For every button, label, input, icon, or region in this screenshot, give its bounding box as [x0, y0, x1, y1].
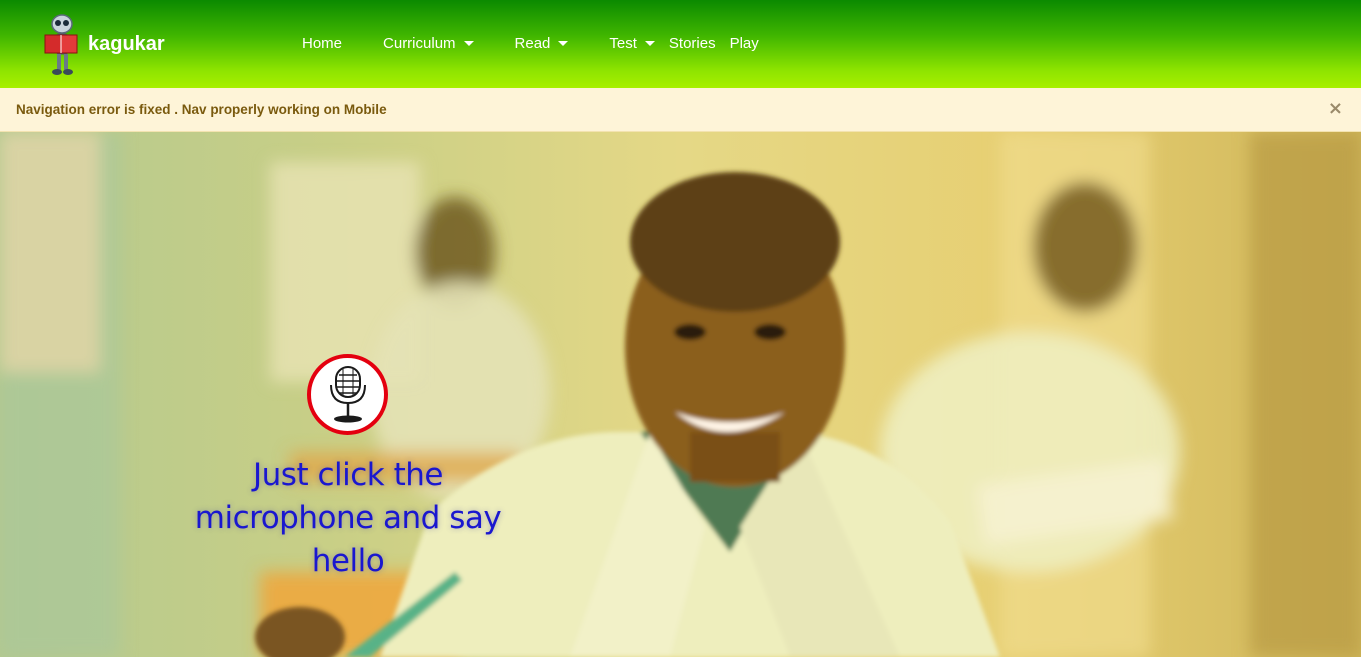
nav-item-test[interactable]: Test	[609, 35, 655, 52]
nav-item-stories[interactable]: Stories	[669, 35, 716, 52]
nav-item-play[interactable]: Play	[730, 35, 759, 52]
microphone-icon	[329, 365, 366, 422]
robot-logo-icon	[42, 10, 82, 78]
top-navbar: kagukar Home Curriculum Read Test Storie…	[0, 0, 1361, 88]
nav-item-curriculum[interactable]: Curriculum	[383, 35, 474, 52]
brand-name: kagukar	[88, 32, 165, 55]
brand-link[interactable]: kagukar	[42, 10, 165, 78]
nav-label: Stories	[668, 35, 716, 52]
nav-label: Curriculum	[383, 35, 456, 52]
alert-banner: Navigation error is fixed . Nav properly…	[0, 88, 1361, 132]
nav-label: Test	[609, 35, 637, 52]
nav-item-read[interactable]: Read	[515, 35, 569, 52]
nav-label: Read	[514, 35, 551, 52]
microphone-button[interactable]	[307, 354, 388, 435]
hero-caption: Just click the microphone and say hello	[194, 457, 502, 579]
close-icon[interactable]: ×	[1328, 100, 1343, 118]
caret-down-icon	[463, 41, 474, 46]
hero-section: Just click the microphone and say hello	[0, 132, 1361, 657]
nav-menu: Home Curriculum Read Test Stories Play	[302, 35, 759, 52]
nav-label: Play	[729, 35, 759, 52]
nav-item-home[interactable]: Home	[302, 35, 342, 52]
caret-down-icon	[558, 41, 569, 46]
nav-label: Home	[302, 35, 343, 52]
caret-down-icon	[644, 41, 655, 46]
alert-message: Navigation error is fixed . Nav properly…	[16, 102, 387, 117]
